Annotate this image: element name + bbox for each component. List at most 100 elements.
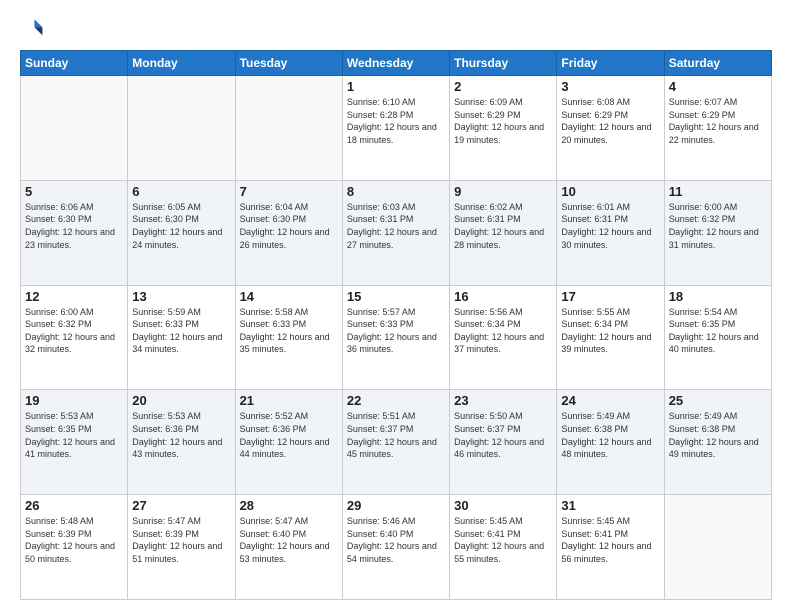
calendar-cell: 25 Sunrise: 5:49 AMSunset: 6:38 PMDayligh… [664,390,771,495]
day-info: Sunrise: 6:07 AMSunset: 6:29 PMDaylight:… [669,96,767,146]
calendar-cell: 27Sunrise: 5:47 AMSunset: 6:39 PMDayligh… [128,495,235,600]
calendar-cell: 30Sunrise: 5:45 AMSunset: 6:41 PMDayligh… [450,495,557,600]
day-number: 16 [454,289,552,304]
day-info: Sunrise: 5:46 AMSunset: 6:40 PMDaylight:… [347,515,445,565]
day-number: 4 [669,79,767,94]
calendar-cell: 18 Sunrise: 5:54 AMSunset: 6:35 PMDayligh… [664,285,771,390]
day-number: 17 [561,289,659,304]
day-info: Sunrise: 5:54 AMSunset: 6:35 PMDaylight:… [669,306,767,356]
calendar-cell: 12Sunrise: 6:00 AMSunset: 6:32 PMDayligh… [21,285,128,390]
day-info: Sunrise: 6:02 AMSunset: 6:31 PMDaylight:… [454,201,552,251]
day-info: Sunrise: 6:00 AMSunset: 6:32 PMDaylight:… [669,201,767,251]
day-number: 22 [347,393,445,408]
weekday-header-sunday: Sunday [21,51,128,76]
calendar-cell: 7 Sunrise: 6:04 AMSunset: 6:30 PMDaylight… [235,180,342,285]
day-info: Sunrise: 5:45 AMSunset: 6:41 PMDaylight:… [454,515,552,565]
calendar-cell: 28 Sunrise: 5:47 AMSunset: 6:40 PMDayligh… [235,495,342,600]
day-number: 19 [25,393,123,408]
day-info: Sunrise: 5:47 AMSunset: 6:39 PMDaylight:… [132,515,230,565]
day-info: Sunrise: 5:56 AMSunset: 6:34 PMDaylight:… [454,306,552,356]
logo-icon [20,16,44,40]
day-info: Sunrise: 5:58 AMSunset: 6:33 PMDaylight:… [240,306,338,356]
calendar-cell [21,76,128,181]
calendar-cell: 6 Sunrise: 6:05 AMSunset: 6:30 PMDaylight… [128,180,235,285]
calendar-cell: 1 Sunrise: 6:10 AMSunset: 6:28 PMDaylight… [342,76,449,181]
day-number: 31 [561,498,659,513]
day-number: 28 [240,498,338,513]
day-info: Sunrise: 5:49 AMSunset: 6:38 PMDaylight:… [561,410,659,460]
day-number: 9 [454,184,552,199]
calendar-cell: 29 Sunrise: 5:46 AMSunset: 6:40 PMDayligh… [342,495,449,600]
day-info: Sunrise: 5:48 AMSunset: 6:39 PMDaylight:… [25,515,123,565]
day-info: Sunrise: 6:03 AMSunset: 6:31 PMDaylight:… [347,201,445,251]
day-info: Sunrise: 5:52 AMSunset: 6:36 PMDaylight:… [240,410,338,460]
day-number: 5 [25,184,123,199]
weekday-header-saturday: Saturday [664,51,771,76]
calendar-cell: 13 Sunrise: 5:59 AMSunset: 6:33 PMDayligh… [128,285,235,390]
weekday-header-thursday: Thursday [450,51,557,76]
day-number: 6 [132,184,230,199]
header [20,16,772,40]
calendar-cell: 2Sunrise: 6:09 AMSunset: 6:29 PMDaylight… [450,76,557,181]
day-info: Sunrise: 5:47 AMSunset: 6:40 PMDaylight:… [240,515,338,565]
day-number: 20 [132,393,230,408]
day-info: Sunrise: 5:57 AMSunset: 6:33 PMDaylight:… [347,306,445,356]
day-number: 23 [454,393,552,408]
calendar-cell: 19 Sunrise: 5:53 AMSunset: 6:35 PMDayligh… [21,390,128,495]
day-number: 29 [347,498,445,513]
week-row-2: 5 Sunrise: 6:06 AMSunset: 6:30 PMDaylight… [21,180,772,285]
week-row-4: 19 Sunrise: 5:53 AMSunset: 6:35 PMDayligh… [21,390,772,495]
calendar-cell: 9 Sunrise: 6:02 AMSunset: 6:31 PMDaylight… [450,180,557,285]
day-info: Sunrise: 5:55 AMSunset: 6:34 PMDaylight:… [561,306,659,356]
day-number: 10 [561,184,659,199]
day-number: 7 [240,184,338,199]
calendar-table: SundayMondayTuesdayWednesdayThursdayFrid… [20,50,772,600]
day-info: Sunrise: 6:08 AMSunset: 6:29 PMDaylight:… [561,96,659,146]
day-number: 26 [25,498,123,513]
calendar-cell: 11Sunrise: 6:00 AMSunset: 6:32 PMDayligh… [664,180,771,285]
calendar-cell: 10 Sunrise: 6:01 AMSunset: 6:31 PMDayligh… [557,180,664,285]
day-number: 18 [669,289,767,304]
calendar-cell [664,495,771,600]
calendar-cell: 21 Sunrise: 5:52 AMSunset: 6:36 PMDayligh… [235,390,342,495]
calendar-cell: 31 Sunrise: 5:45 AMSunset: 6:41 PMDayligh… [557,495,664,600]
day-info: Sunrise: 6:05 AMSunset: 6:30 PMDaylight:… [132,201,230,251]
day-number: 25 [669,393,767,408]
day-number: 21 [240,393,338,408]
calendar-cell: 23 Sunrise: 5:50 AMSunset: 6:37 PMDayligh… [450,390,557,495]
week-row-3: 12Sunrise: 6:00 AMSunset: 6:32 PMDayligh… [21,285,772,390]
calendar-cell: 24 Sunrise: 5:49 AMSunset: 6:38 PMDayligh… [557,390,664,495]
day-info: Sunrise: 5:53 AMSunset: 6:36 PMDaylight:… [132,410,230,460]
day-number: 3 [561,79,659,94]
day-info: Sunrise: 5:53 AMSunset: 6:35 PMDaylight:… [25,410,123,460]
day-number: 13 [132,289,230,304]
calendar-cell: 14 Sunrise: 5:58 AMSunset: 6:33 PMDayligh… [235,285,342,390]
day-info: Sunrise: 5:59 AMSunset: 6:33 PMDaylight:… [132,306,230,356]
day-info: Sunrise: 5:50 AMSunset: 6:37 PMDaylight:… [454,410,552,460]
day-info: Sunrise: 5:51 AMSunset: 6:37 PMDaylight:… [347,410,445,460]
calendar-cell [128,76,235,181]
weekday-header-friday: Friday [557,51,664,76]
day-number: 24 [561,393,659,408]
calendar-cell: 15 Sunrise: 5:57 AMSunset: 6:33 PMDayligh… [342,285,449,390]
day-info: Sunrise: 6:00 AMSunset: 6:32 PMDaylight:… [25,306,123,356]
day-info: Sunrise: 5:45 AMSunset: 6:41 PMDaylight:… [561,515,659,565]
weekday-header-monday: Monday [128,51,235,76]
day-info: Sunrise: 5:49 AMSunset: 6:38 PMDaylight:… [669,410,767,460]
calendar-cell: 3 Sunrise: 6:08 AMSunset: 6:29 PMDaylight… [557,76,664,181]
page: SundayMondayTuesdayWednesdayThursdayFrid… [0,0,792,612]
day-info: Sunrise: 6:10 AMSunset: 6:28 PMDaylight:… [347,96,445,146]
calendar-cell [235,76,342,181]
calendar-cell: 20 Sunrise: 5:53 AMSunset: 6:36 PMDayligh… [128,390,235,495]
week-row-5: 26 Sunrise: 5:48 AMSunset: 6:39 PMDayligh… [21,495,772,600]
calendar-cell: 5 Sunrise: 6:06 AMSunset: 6:30 PMDaylight… [21,180,128,285]
day-number: 14 [240,289,338,304]
day-info: Sunrise: 6:04 AMSunset: 6:30 PMDaylight:… [240,201,338,251]
day-info: Sunrise: 6:06 AMSunset: 6:30 PMDaylight:… [25,201,123,251]
day-number: 15 [347,289,445,304]
calendar-cell: 22 Sunrise: 5:51 AMSunset: 6:37 PMDayligh… [342,390,449,495]
day-number: 8 [347,184,445,199]
day-info: Sunrise: 6:01 AMSunset: 6:31 PMDaylight:… [561,201,659,251]
logo [20,16,48,40]
day-number: 1 [347,79,445,94]
